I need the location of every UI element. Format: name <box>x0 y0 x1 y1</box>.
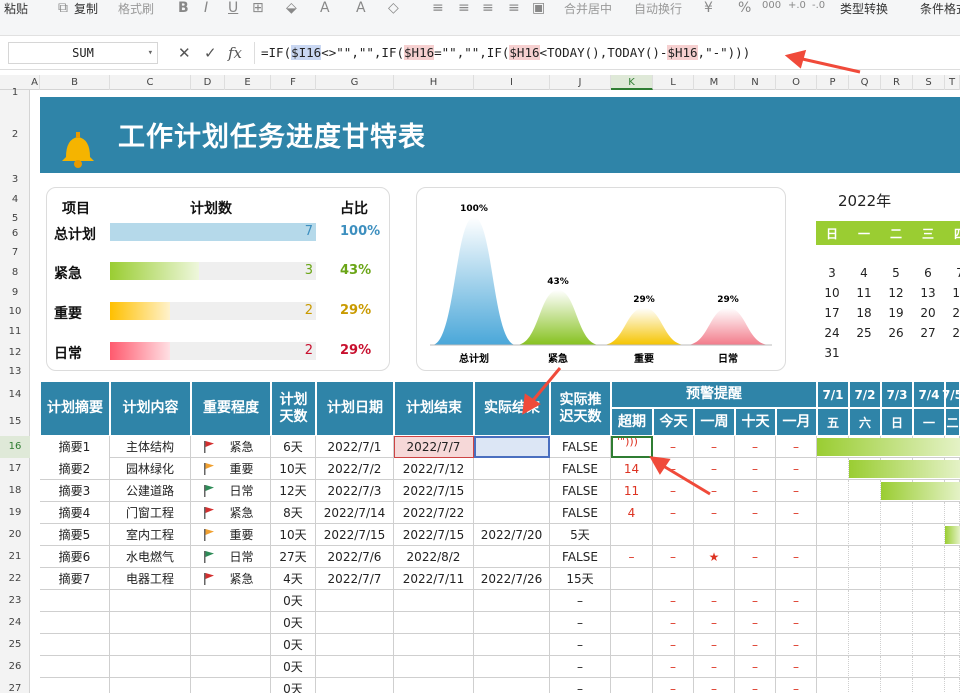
arrow-actual-end <box>528 367 562 405</box>
arrow-formula <box>797 56 861 74</box>
arrow-overdue-head <box>649 456 671 475</box>
arrow-formula-head <box>784 49 807 69</box>
arrow-overdue <box>659 462 711 496</box>
annotation-arrows <box>522 49 861 496</box>
